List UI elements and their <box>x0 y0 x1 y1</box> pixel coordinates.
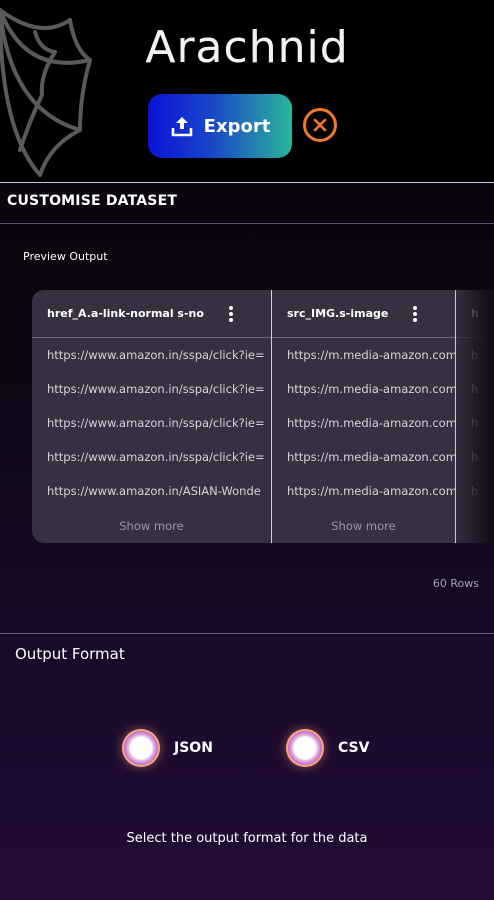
column-header: href_A.a-link-normal s-no <box>32 290 271 338</box>
preview-table: href_A.a-link-normal s-no https://www.am… <box>32 290 494 543</box>
radio-csv-label: CSV <box>338 740 370 756</box>
table-cell: https://m.media-amazon.com <box>287 348 455 362</box>
scroll-fade <box>454 290 494 543</box>
divider <box>0 182 494 183</box>
column-menu-icon[interactable] <box>413 306 417 322</box>
column-header-label: href_A.a-link-normal s-no <box>47 307 204 320</box>
app-header: Arachnid Export <box>0 0 494 182</box>
table-cell: https://m.media-amazon.com <box>287 382 455 396</box>
table-cell: https://m.media-amazon.com <box>287 450 455 464</box>
section-title: CUSTOMISE DATASET <box>7 193 178 209</box>
table-column: href_A.a-link-normal s-no https://www.am… <box>32 290 271 543</box>
table-cell: https://www.amazon.in/sspa/click?ie= <box>47 416 265 430</box>
table-column: src_IMG.s-image https://m.media-amazon.c… <box>272 290 455 543</box>
table-cell: https://www.amazon.in/sspa/click?ie= <box>47 382 265 396</box>
column-header-label: src_IMG.s-image <box>287 307 389 320</box>
export-button-label: Export <box>203 115 271 137</box>
export-button[interactable]: Export <box>148 94 292 158</box>
table-cell: https://www.amazon.in/sspa/click?ie= <box>47 450 265 464</box>
table-cell: https://m.media-amazon.com <box>287 416 455 430</box>
radio-circle-icon[interactable] <box>122 729 160 767</box>
rows-count: 60 Rows <box>432 577 479 590</box>
column-menu-icon[interactable] <box>229 306 233 322</box>
close-icon <box>313 118 327 132</box>
table-cell: https://m.media-amazon.com <box>287 484 455 498</box>
show-more-link[interactable]: Show more <box>272 519 455 533</box>
preview-output-label: Preview Output <box>23 250 108 263</box>
show-more-link[interactable]: Show more <box>32 519 271 533</box>
divider <box>0 633 494 634</box>
app-title: Arachnid <box>0 22 494 73</box>
output-format-hint: Select the output format for the data <box>126 831 368 846</box>
close-button[interactable] <box>303 108 337 142</box>
radio-circle-icon[interactable] <box>286 729 324 767</box>
table-cell: https://www.amazon.in/ASIAN-Wonde <box>47 484 261 498</box>
divider <box>0 223 494 224</box>
radio-csv[interactable]: CSV <box>286 729 369 767</box>
upload-icon <box>171 117 192 137</box>
radio-json[interactable]: JSON <box>122 729 213 767</box>
table-cell: https://www.amazon.in/sspa/click?ie= <box>47 348 265 362</box>
radio-json-label: JSON <box>174 740 213 756</box>
output-format-title: Output Format <box>15 645 125 663</box>
column-header: src_IMG.s-image <box>272 290 455 338</box>
